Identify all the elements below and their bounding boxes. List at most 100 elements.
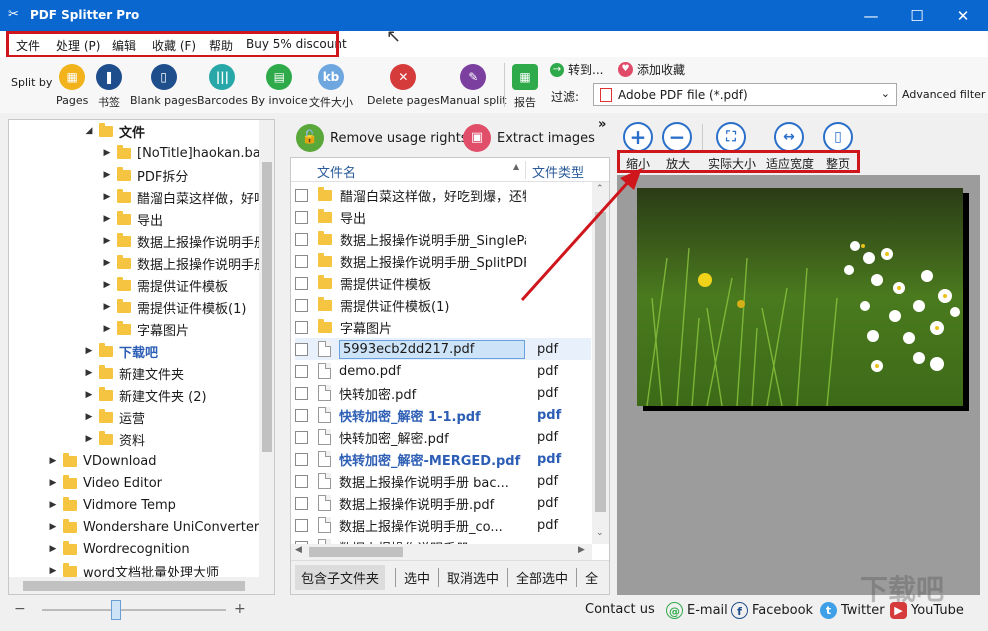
collapsed-arrow-icon[interactable]: ▶ [47,566,59,576]
report-button[interactable]: ▦ 报告 [512,64,538,110]
split-invoice-button[interactable]: ▤ By invoice [251,64,308,107]
collapsed-arrow-icon[interactable]: ▶ [47,500,59,510]
tree-item[interactable]: ▶ 新建文件夹 [83,362,184,384]
advanced-filter-link[interactable]: Advanced filter [902,88,985,101]
collapsed-arrow-icon[interactable]: ▶ [101,214,113,224]
row-checkbox[interactable] [295,474,308,488]
facebook-link[interactable]: f Facebook [731,602,813,619]
tree-item[interactable]: ▶ 下载吧 [83,340,158,362]
collapsed-arrow-icon[interactable]: ▶ [47,478,59,488]
tree-item[interactable]: ▶ 需提供证件模板 [101,274,228,296]
tree-item[interactable]: ▶ 醋溜白菜这样做，好吃 [101,186,267,208]
tree-item[interactable]: ▶ Video Editor [47,472,162,494]
tree-item[interactable]: ▶ 导出 [101,208,163,230]
tree-item[interactable]: ▶ VDownload [47,450,157,472]
collapsed-arrow-icon[interactable]: ▶ [83,390,95,400]
collapsed-arrow-icon[interactable]: ▶ [101,170,113,180]
split-barcodes-button[interactable]: ||| Barcodes [197,64,248,107]
file-row[interactable]: 快转加密_解密-MERGED.pdf pdf [295,448,591,470]
select-button[interactable]: 选中 [395,568,430,587]
collapsed-arrow-icon[interactable]: ▶ [83,346,95,356]
tree-item[interactable]: ▶ 字幕图片 [101,318,189,340]
collapsed-arrow-icon[interactable]: ▶ [47,456,59,466]
file-row[interactable]: 快转加密.pdf pdf [295,382,591,404]
split-pages-button[interactable]: ▦ Pages [56,64,88,107]
column-name[interactable]: 文件名 [317,162,356,181]
row-checkbox[interactable] [295,320,308,334]
file-row[interactable]: 快转加密_解密 1-1.pdf pdf [295,404,591,426]
select-all-button[interactable]: 全部选中 [507,568,568,587]
more-select-button[interactable]: 全 [576,568,598,587]
split-file-size-button[interactable]: kb 文件大小 [309,64,353,110]
collapsed-arrow-icon[interactable]: ▶ [101,258,113,268]
zoom-in-button[interactable]: − [662,122,692,152]
row-checkbox[interactable] [295,254,308,268]
zoom-slider-track[interactable] [42,609,226,611]
collapsed-arrow-icon[interactable]: ▶ [83,368,95,378]
file-row[interactable]: 数据上报操作说明手册.pdf pdf [295,492,591,514]
collapsed-arrow-icon[interactable]: ▶ [101,302,113,312]
file-row[interactable]: 字幕图片 [295,316,591,338]
tree-item[interactable]: ▶ 数据上报操作说明手册 [101,252,267,274]
full-page-button[interactable]: ▯ [823,122,853,152]
row-checkbox[interactable] [295,276,308,290]
collapsed-arrow-icon[interactable]: ▶ [101,280,113,290]
zoom-slider-thumb[interactable] [110,600,121,620]
delete-pages-button[interactable]: ✕ Delete pages [367,64,440,107]
row-checkbox[interactable] [295,386,308,400]
goto-button[interactable]: → 转到... [550,61,603,78]
tree-item[interactable]: ▶ Vidmore Temp [47,494,176,516]
deselect-button[interactable]: 取消选中 [438,568,499,587]
collapsed-arrow-icon[interactable]: ▶ [101,236,113,246]
more-tools-button[interactable]: » [598,117,606,132]
manual-split-button[interactable]: ✎ Manual split [440,64,507,107]
collapsed-arrow-icon[interactable]: ▶ [101,324,113,334]
tree-item-root[interactable]: ◢ 文件 [83,120,145,142]
zoom-out-button[interactable]: + [623,122,653,152]
actual-size-button[interactable]: ⛶ [716,122,746,152]
tree-item[interactable]: ▶ Wondershare UniConverter [47,516,259,538]
row-checkbox[interactable] [295,210,308,224]
file-row[interactable]: 5993ecb2dd217.pdf pdf [295,338,591,360]
row-checkbox[interactable] [295,188,308,202]
collapsed-arrow-icon[interactable]: ▶ [101,192,113,202]
collapsed-arrow-icon[interactable]: ▶ [83,412,95,422]
tree-item[interactable]: ▶ 需提供证件模板(1) [101,296,246,318]
file-horizontal-scrollbar[interactable]: ◀ ▶ [291,544,592,560]
tree-item[interactable]: ▶ PDF拆分 [101,164,188,186]
close-button[interactable]: ✕ [940,0,986,31]
split-blank-pages-button[interactable]: ▯ Blank pages [130,64,197,107]
row-checkbox[interactable] [295,408,308,422]
file-row[interactable]: demo.pdf pdf [295,360,591,382]
email-link[interactable]: @ E-mail [666,602,728,619]
contact-us-link[interactable]: Contact us [585,602,655,617]
row-checkbox[interactable] [295,518,308,532]
minimize-button[interactable]: — [848,0,894,31]
maximize-button[interactable]: ☐ [894,0,940,31]
tree-item[interactable]: ▶ 资料 [83,428,145,450]
tree-item[interactable]: ▶ [NoTitle]haokan.baidu [101,142,274,164]
tree-item[interactable]: ▶ 数据上报操作说明手册 [101,230,267,252]
file-row[interactable]: 数据上报操作说明手册_co... pdf [295,514,591,536]
file-hscroll-thumb[interactable] [309,547,403,557]
remove-usage-rights-button[interactable]: 🔓 Remove usage rights [296,124,468,152]
filter-select[interactable]: Adobe PDF file (*.pdf) ⌄ [593,83,897,106]
tree-horizontal-scrollbar[interactable] [9,577,259,594]
tree-item[interactable]: ▶ 新建文件夹 (2) [83,384,207,406]
row-checkbox[interactable] [295,298,308,312]
tree-vertical-scrollbar[interactable] [259,120,274,594]
zoom-minus-icon[interactable]: − [14,601,26,617]
tree-item[interactable]: ▶ 运营 [83,406,145,428]
row-checkbox[interactable] [295,232,308,246]
fit-width-button[interactable]: ↔ [774,122,804,152]
tree-scrollbar-thumb[interactable] [262,162,272,452]
row-checkbox[interactable] [295,452,308,466]
row-checkbox[interactable] [295,430,308,444]
split-bookmarks-button[interactable]: ❚ 书签 [96,64,122,110]
collapsed-arrow-icon[interactable]: ▶ [83,434,95,444]
collapsed-arrow-icon[interactable]: ▶ [47,522,59,532]
collapsed-arrow-icon[interactable]: ▶ [101,148,113,158]
zoom-plus-icon[interactable]: + [234,601,246,617]
collapsed-arrow-icon[interactable]: ▶ [47,544,59,554]
row-checkbox[interactable] [295,342,308,356]
